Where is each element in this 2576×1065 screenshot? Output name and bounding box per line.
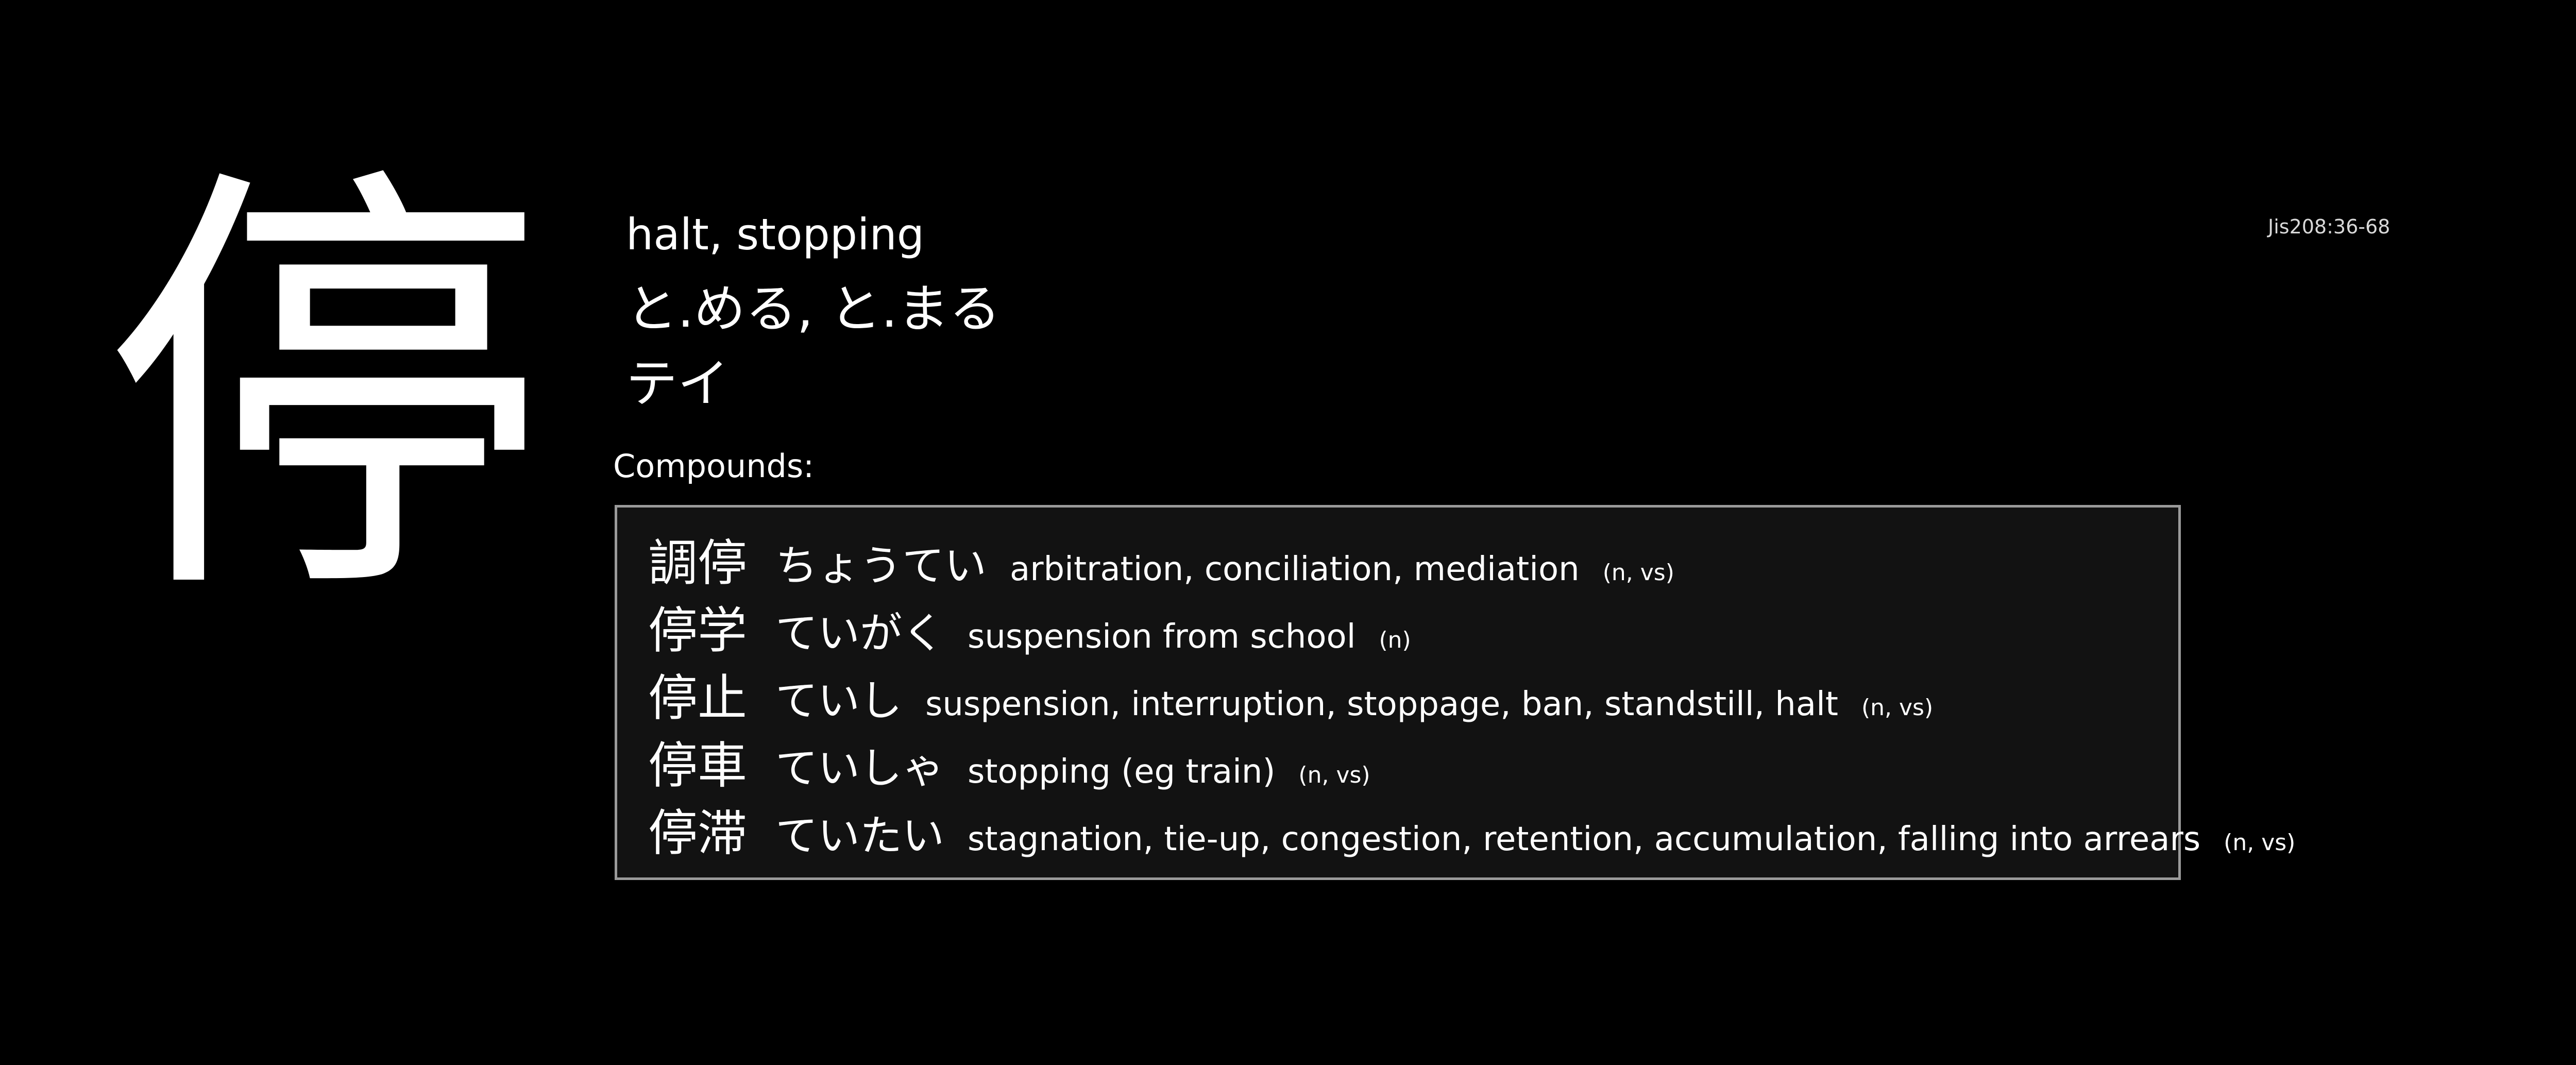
compound-pos: (n, vs) bbox=[2224, 830, 2296, 856]
compound-pos: (n, vs) bbox=[1602, 560, 1674, 586]
compound-pos: (n, vs) bbox=[1298, 762, 1370, 788]
compound-gloss: suspension from school bbox=[968, 618, 1356, 656]
compound-row: 調停 ちょうてい arbitration, conciliation, medi… bbox=[648, 523, 2178, 592]
compound-gloss: suspension, interruption, stoppage, ban,… bbox=[925, 685, 1838, 723]
compounds-list: 調停 ちょうてい arbitration, conciliation, medi… bbox=[615, 505, 2295, 880]
compound-reading: ていたい bbox=[775, 812, 945, 860]
kanji-meaning: halt, stopping bbox=[626, 209, 925, 260]
compound-gloss: arbitration, conciliation, mediation bbox=[1010, 550, 1580, 588]
compound-pos: (n, vs) bbox=[1861, 695, 1934, 721]
kanji-character: 停 bbox=[103, 133, 546, 649]
compound-word: 停学 bbox=[648, 602, 747, 660]
compound-reading: ていし bbox=[775, 677, 903, 725]
jis-code: Jis208:36-68 bbox=[2268, 215, 2391, 238]
compound-row: 停車 ていしゃ stopping (eg train) (n, vs) bbox=[648, 725, 2178, 794]
compound-reading: ていがく bbox=[775, 609, 945, 658]
compound-word: 調停 bbox=[648, 534, 747, 592]
on-reading: テイ bbox=[626, 353, 729, 414]
compound-gloss: stopping (eg train) bbox=[968, 753, 1276, 791]
compound-word: 停止 bbox=[648, 669, 747, 727]
compound-row: 停学 ていがく suspension from school (n) bbox=[648, 590, 2178, 660]
compound-row: 停止 ていし suspension, interruption, stoppag… bbox=[648, 658, 2178, 727]
compound-row: 停滞 ていたい stagnation, tie-up, congestion, … bbox=[648, 793, 2295, 862]
kun-reading: と.める, と.まる bbox=[626, 279, 1001, 339]
compound-word: 停滞 bbox=[648, 804, 747, 862]
compounds-label: Compounds: bbox=[613, 447, 815, 485]
compound-pos: (n) bbox=[1379, 627, 1411, 653]
compound-word: 停車 bbox=[648, 737, 747, 794]
compound-reading: ていしゃ bbox=[775, 744, 945, 793]
compound-reading: ちょうてい bbox=[775, 542, 987, 590]
compound-gloss: stagnation, tie-up, congestion, retentio… bbox=[968, 820, 2201, 858]
